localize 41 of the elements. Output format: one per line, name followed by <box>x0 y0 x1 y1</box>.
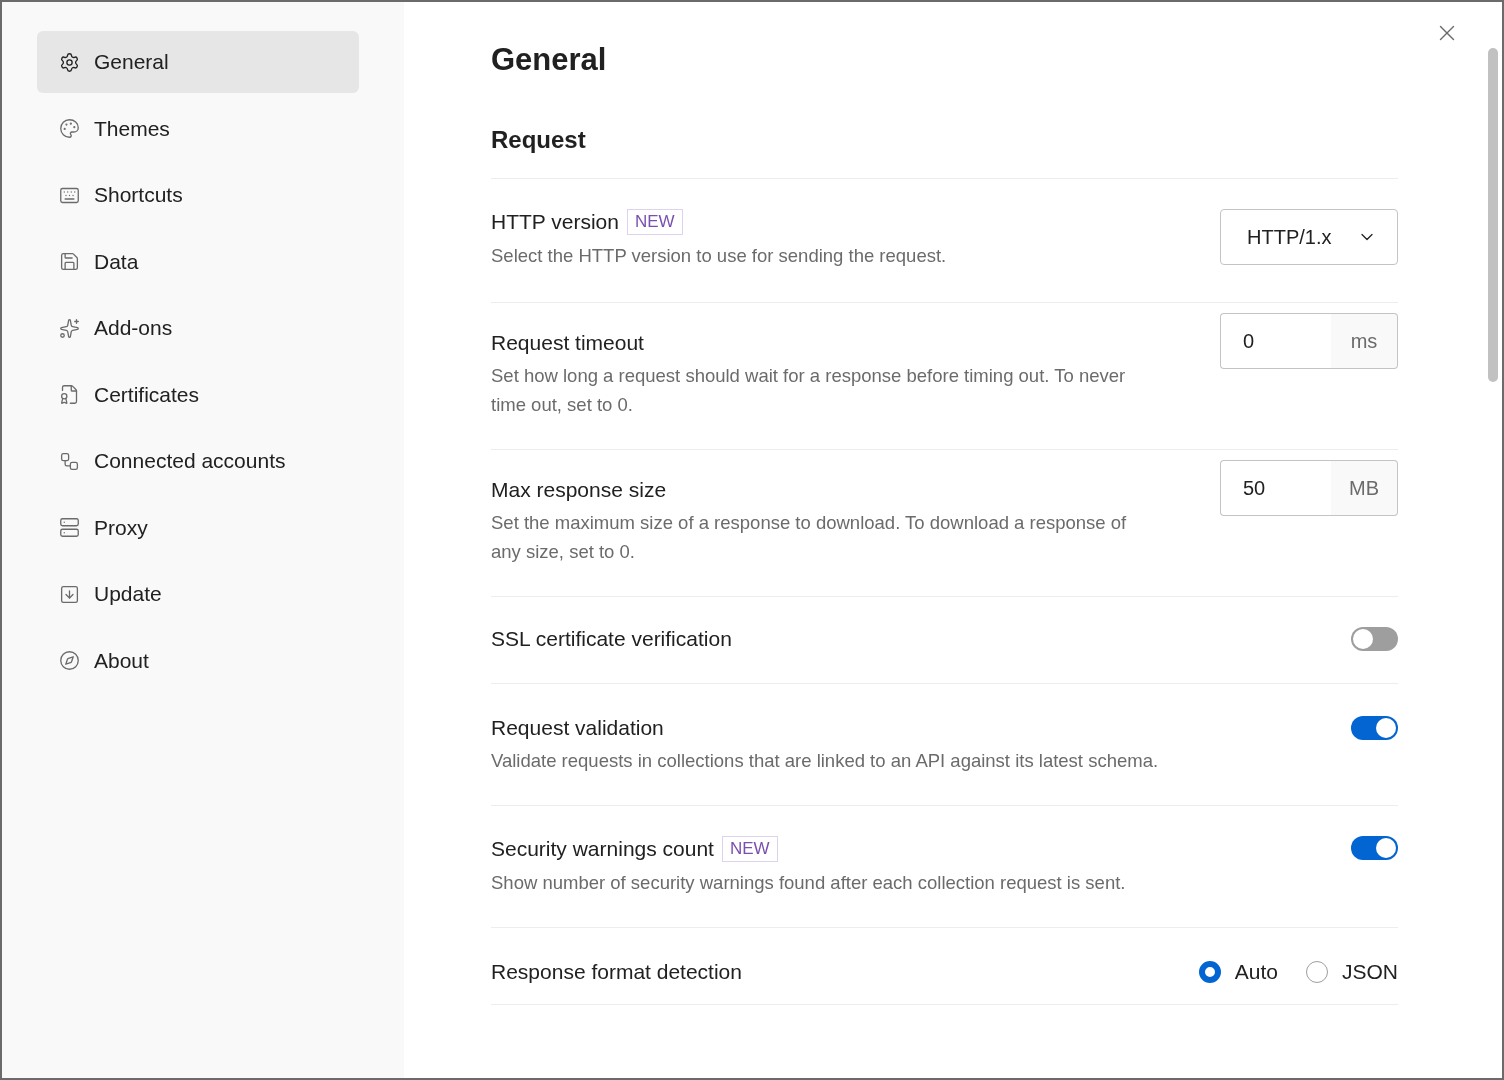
section-heading: Request <box>491 126 1398 179</box>
setting-title: Request validation <box>491 716 664 740</box>
setting-description: Select the HTTP version to use for sending the request. <box>491 244 947 268</box>
setting-description: Validate requests in collections that are linked to an API against its latest schema. <box>491 749 1159 773</box>
sidebar-item[interactable]: Certificates <box>37 363 359 426</box>
sidebar-item[interactable]: Proxy <box>37 496 359 559</box>
scrollbar-thumb[interactable] <box>1488 48 1498 382</box>
sidebar-item[interactable]: Connected accounts <box>37 430 359 492</box>
sidebar-item[interactable]: Shortcuts <box>37 164 359 226</box>
palette-icon <box>59 118 80 139</box>
page-title: General <box>491 42 608 78</box>
radio-option[interactable]: Auto <box>1198 960 1278 984</box>
http-version-dropdown[interactable]: HTTP/1.x <box>1220 209 1398 265</box>
setting-title: SSL certificate verification <box>491 627 732 651</box>
new-badge: NEW <box>627 209 683 235</box>
setting-description: Show number of security warnings found after each collection request is sent. <box>491 871 1126 895</box>
setting-description: Set how long a request should wait for a response before timing out. To never time out, set to 0. <box>491 364 1127 417</box>
sidebar-item[interactable]: About <box>37 629 359 692</box>
setting-title: Response format detection <box>491 960 742 984</box>
setting-description: Set the maximum size of a response to download. To download a response of any size, set to 0. <box>491 511 1128 564</box>
setting-title: Max response size <box>491 478 667 502</box>
sidebar-item[interactable]: Add-ons <box>37 297 359 359</box>
radio-option[interactable]: JSON <box>1306 960 1398 984</box>
download-icon <box>59 583 80 605</box>
sidebar-item[interactable]: Themes <box>37 97 359 160</box>
new-badge: NEW <box>721 836 778 862</box>
compass-icon <box>59 650 80 671</box>
certificate-icon <box>59 384 80 405</box>
setting-title: Security warnings count <box>491 837 714 861</box>
sidebar-item[interactable]: Data <box>37 230 359 293</box>
server-icon <box>59 517 80 538</box>
gear-icon <box>59 51 80 73</box>
toggle-switch[interactable] <box>1351 627 1398 651</box>
toggle-switch[interactable] <box>1351 716 1398 740</box>
sidebar-item[interactable]: Update <box>37 563 359 625</box>
setting-title: HTTP version <box>491 210 619 234</box>
sparkles-icon <box>59 317 80 339</box>
toggle-switch[interactable] <box>1351 836 1398 860</box>
sidebar-item[interactable]: General <box>37 31 359 93</box>
connected-boxes-icon <box>59 450 80 472</box>
setting-title: Request timeout <box>491 331 644 355</box>
